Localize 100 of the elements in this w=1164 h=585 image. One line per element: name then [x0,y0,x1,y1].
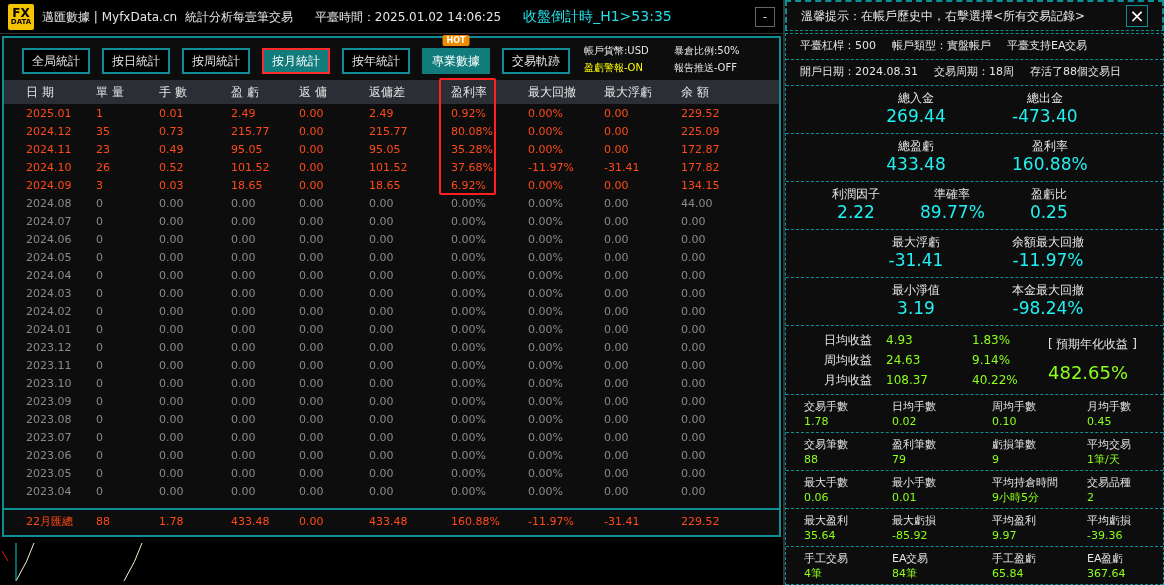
stat-value: 89.77% [920,202,985,224]
stat-value: 2.22 [837,202,875,224]
stat-label: 總出金 [1026,91,1063,107]
metric-value: 84筆 [892,565,918,581]
table-cell-text: 0.00 [231,285,257,302]
table-cell-text: 0.00 [604,141,630,158]
column-header: 日 期 [26,84,55,101]
tab-button[interactable]: 按日統計 [102,48,170,74]
metric-label: 最小手數 [892,474,937,490]
table-cell-text: 0.00 [299,105,325,122]
metric-label: 日均手數 [892,398,937,414]
tab-button[interactable]: 按月統計 [262,48,330,74]
metric-value: 0.10 [992,413,1018,429]
table-cell-text: 215.77 [369,123,409,140]
table-cell-text: 0.00 [299,159,325,176]
table-cell-text: 0 [96,231,104,248]
table-cell-text: 0.00 [369,321,395,338]
table-cell-text: 0.00 [231,231,257,248]
info-text: 交易周期：18周 [934,64,1014,81]
stat-value: -473.40 [1012,106,1078,128]
table-cell-text: 2024.02 [26,303,73,320]
table-cell-text: 0.00% [528,483,564,500]
table-cell-text: 2.49 [231,105,257,122]
table-cell-text: 0.73 [159,123,185,140]
table-cell-text: 0.00% [528,339,564,356]
table-cell-text: 6.92% [451,177,487,194]
table-cell-text: 0.00 [604,285,630,302]
table-cell-text: 0.00% [451,375,487,392]
table-cell-text: 0.00 [369,195,395,212]
table-cell-text: 0.00 [681,339,707,356]
table-cell-text: 0.00 [604,249,630,266]
table-cell-text: 0.00 [369,285,395,302]
metric-value: -39.36 [1087,527,1124,543]
table-cell-text: 0.00% [451,213,487,230]
metric-label: 月均手數 [1087,398,1132,414]
table-cell-text: 0.52 [159,159,185,176]
table-cell-text: 0.00 [604,213,630,230]
metric-label: 交易手數 [804,398,849,414]
table-cell-text: 0.00% [528,375,564,392]
table-cell-text: 0.00% [451,303,487,320]
table-cell-text: 0.00 [159,393,185,410]
table-cell-text: 0.00% [451,483,487,500]
table-cell-text: 0 [96,249,104,266]
column-header: 最大浮虧 [604,84,653,101]
table-cell-text: 2023.12 [26,339,73,356]
table-cell-text: 2023.04 [26,483,73,500]
table-cell-text: 0.00% [451,249,487,266]
tab-button[interactable]: 交易軌跡 [502,48,570,74]
table-cell-text: 0.00 [299,123,325,140]
logo-text: FX [12,7,30,19]
close-button[interactable]: × [1126,5,1148,27]
account-info-text: 暴倉比例:50% [674,44,741,58]
total-cell-text: 229.52 [681,514,721,531]
table-cell-text: 0.00 [299,321,325,338]
table-cell-text: -31.41 [604,159,641,176]
table-cell-text: 0.00 [231,375,257,392]
table-cell-text: 80.08% [451,123,494,140]
table-cell-text: 0.00% [451,231,487,248]
total-cell-text: 0.00 [299,514,325,531]
metric-label: 最大手數 [804,474,849,490]
table-cell-text: 26 [96,159,111,176]
metric-value: 79 [892,451,907,467]
annual-value: 482.65% [1048,360,1129,385]
table-cell-text: 0.00 [159,249,185,266]
column-header: 單 量 [96,84,125,101]
tab-button[interactable]: 專業數據 [422,48,490,74]
table-cell-text: 2023.08 [26,411,73,428]
table-cell-text: 18.65 [369,177,402,194]
table-cell-text: 0.00 [604,483,630,500]
metric-label: EA交易 [892,550,930,566]
app-title: 邁匯數據 | MyfxData.cn 統計分析每壹筆交易 [42,8,293,26]
table-cell-text: 0.00 [299,411,325,428]
earning-value: 24.63 [886,352,922,369]
table-cell-text: 0.00 [369,231,395,248]
metric-label: EA盈虧 [1087,550,1125,566]
table-cell-text: 0.00 [369,411,395,428]
table-cell-text: 0.00 [159,195,185,212]
metric-label: 虧損筆數 [992,436,1037,452]
stat-value: 433.48 [886,154,946,176]
tab-button[interactable]: 按年統計 [342,48,410,74]
table-cell-text: 0.00 [299,141,325,158]
column-header: 最大回撤 [528,84,577,101]
metric-value: 2 [1087,489,1095,505]
table-cell-text: 0.00% [528,411,564,428]
table-cell-text: 0.00% [528,357,564,374]
table-cell-text: 0 [96,213,104,230]
table-cell-text: 0.00 [299,339,325,356]
table-cell-text: 2023.10 [26,375,73,392]
total-cell-text: 433.48 [231,514,271,531]
total-cell-text: 1.78 [159,514,185,531]
table-cell-text: 0.00 [231,429,257,446]
tab-button[interactable]: 全局統計 [22,48,90,74]
metric-label: 最大盈利 [804,512,849,528]
table-cell-text: 2024.10 [26,159,73,176]
tab-button[interactable]: 按周統計 [182,48,250,74]
metric-label: 手工交易 [804,550,849,566]
minimize-button[interactable]: - [755,6,775,27]
table-cell-text: 0.00 [159,375,185,392]
table-cell-text: 0.00 [681,213,707,230]
metric-label: 平均虧損 [1087,512,1132,528]
